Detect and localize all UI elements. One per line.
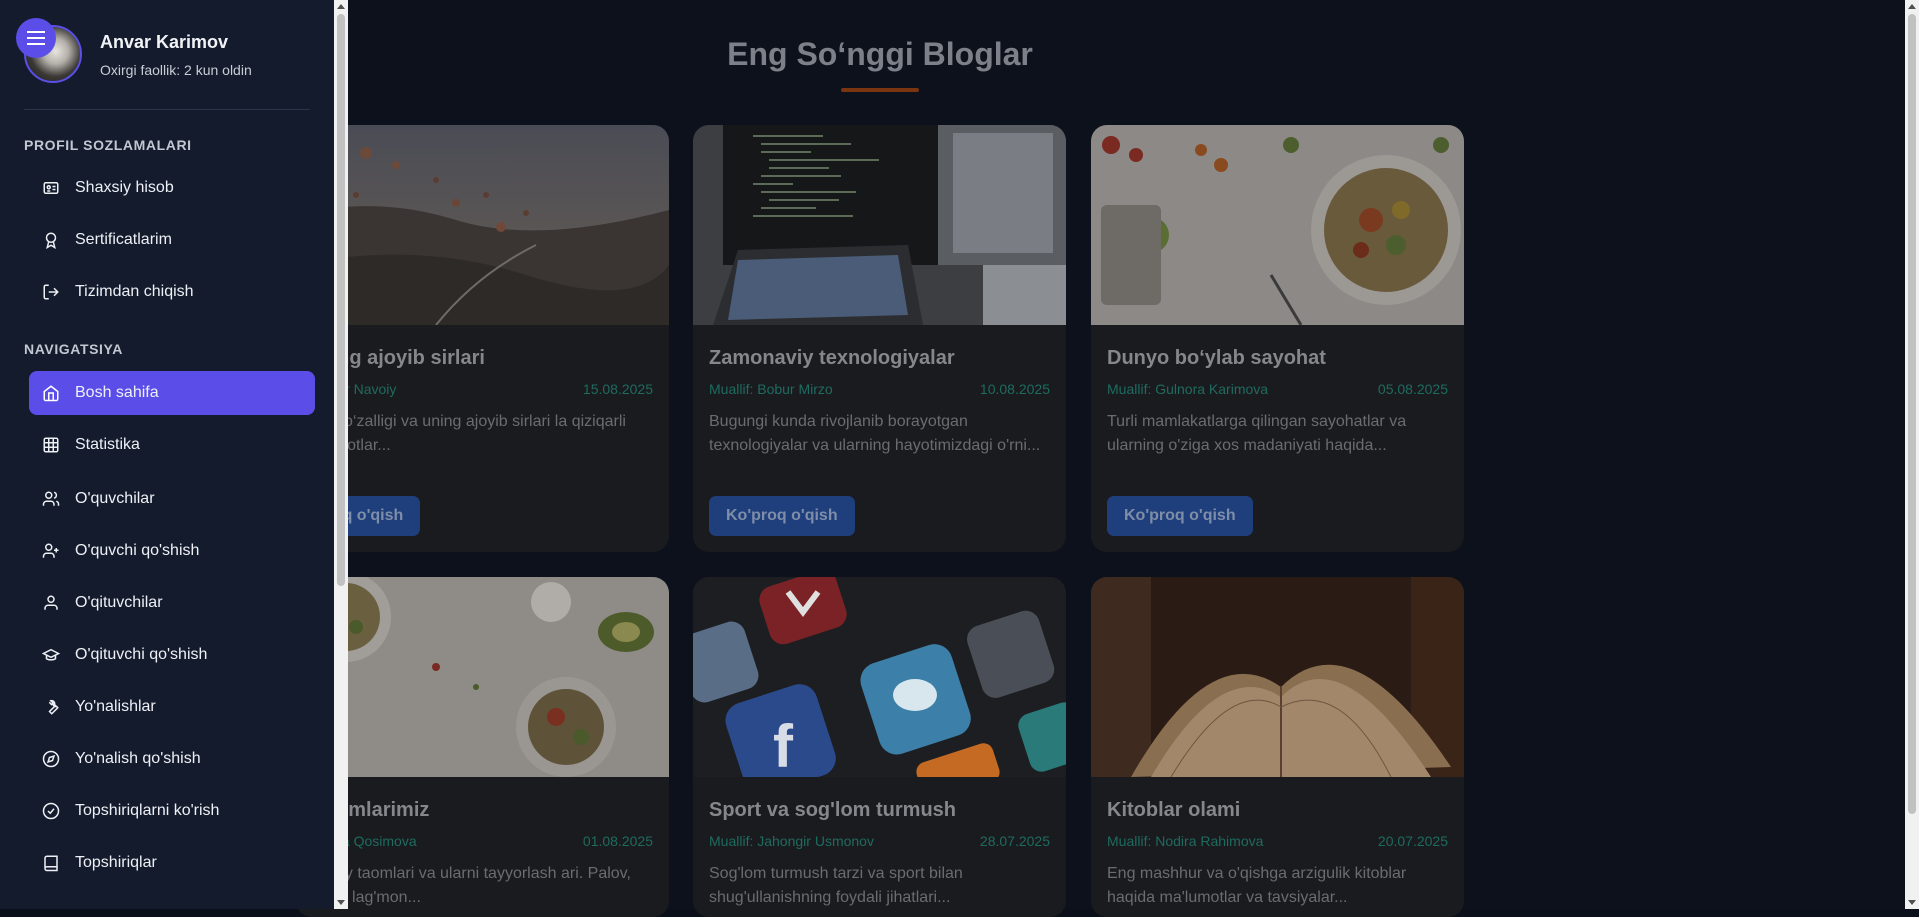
blog-card: f Sport va sog'lom turmush Muallif: Jaho… bbox=[693, 577, 1066, 917]
svg-text:f: f bbox=[773, 713, 794, 777]
sidebar-scrollbar[interactable] bbox=[334, 0, 348, 909]
sidebar-item-directions[interactable]: Yo'nalishlar bbox=[29, 685, 315, 729]
sidebar-item-label: O'quvchi qo'shish bbox=[75, 542, 200, 559]
card-title[interactable]: Zamonaviy texnologiyalar bbox=[709, 347, 955, 370]
card-title[interactable]: Kitoblar olami bbox=[1107, 799, 1240, 822]
users-icon bbox=[41, 489, 61, 509]
sidebar-item-label: Yo'nalish qo'shish bbox=[75, 750, 201, 767]
card-title[interactable]: Dunyo bo‘ylab sayohat bbox=[1107, 347, 1326, 370]
card-date: 01.08.2025 bbox=[582, 833, 653, 849]
sidebar-item-statistics[interactable]: Statistika bbox=[29, 423, 315, 467]
card-date: 28.07.2025 bbox=[979, 833, 1050, 849]
salad-bowl-image bbox=[1091, 125, 1464, 325]
scroll-up-arrow-icon[interactable] bbox=[337, 4, 345, 9]
card-author: Muallif: Gulnora Karimova bbox=[1107, 381, 1269, 397]
card-author: Muallif: Bobur Mirzo bbox=[709, 381, 833, 397]
balloons-landscape-image bbox=[296, 125, 669, 325]
sidebar-item-label: Yo'nalishlar bbox=[75, 698, 156, 715]
divider bbox=[24, 109, 310, 110]
blog-card: iy taomlarimiz f: Ziyoda Qosimova 01.08.… bbox=[296, 577, 669, 917]
sidebar-item-students[interactable]: O'quvchilar bbox=[29, 477, 315, 521]
wrench-icon bbox=[41, 697, 61, 717]
sidebar-item-add-teacher[interactable]: O'qituvchi qo'shish bbox=[29, 633, 315, 677]
user-plus-icon bbox=[41, 541, 61, 561]
sidebar-item-label: Sertificatlarim bbox=[75, 231, 172, 248]
blog-card: Zamonaviy texnologiyalar Muallif: Bobur … bbox=[693, 125, 1066, 552]
sidebar-item-label: Tizimdan chiqish bbox=[75, 283, 194, 300]
sidebar-item-add-direction[interactable]: Yo'nalish qo'shish bbox=[29, 737, 315, 781]
card-description: Bugungi kunda rivojlanib borayotgan texn… bbox=[709, 413, 1041, 454]
sidebar-item-label: O'qituvchilar bbox=[75, 594, 163, 611]
sidebar-item-label: Shaxsiy hisob bbox=[75, 179, 174, 196]
scroll-down-arrow-icon[interactable] bbox=[337, 900, 345, 905]
award-icon bbox=[41, 230, 61, 250]
page: Eng So‘nggi Bloglar iatning ajoyib sirla… bbox=[0, 0, 1919, 917]
page-scrollbar[interactable] bbox=[1905, 0, 1919, 909]
book-icon bbox=[41, 853, 61, 873]
card-description: Sog'lom turmush tarzi va sport bilan shu… bbox=[709, 865, 963, 906]
sidebar-item-label: Bosh sahifa bbox=[75, 384, 159, 401]
social-media-apps-image: f bbox=[693, 577, 1066, 777]
card-description: ek milliy taomlari va ularni tayyorlash … bbox=[296, 865, 631, 906]
menu-toggle-button[interactable] bbox=[16, 18, 56, 58]
navigation-section-title: NAVIGATSIYA bbox=[24, 341, 123, 357]
card-date: 10.08.2025 bbox=[979, 381, 1050, 397]
card-date: 20.07.2025 bbox=[1377, 833, 1448, 849]
home-icon bbox=[41, 383, 61, 403]
card-title[interactable]: Sport va sog'lom turmush bbox=[709, 799, 956, 822]
graduation-cap-icon bbox=[41, 645, 61, 665]
open-book-image bbox=[1091, 577, 1464, 777]
card-date: 15.08.2025 bbox=[582, 381, 653, 397]
check-circle-icon bbox=[41, 801, 61, 821]
sidebar-item-view-tasks[interactable]: Topshiriqlarni ko'rish bbox=[29, 789, 315, 833]
scroll-up-arrow-icon[interactable] bbox=[1908, 4, 1916, 9]
card-description: Eng mashhur va o'qishga arzigulik kitobl… bbox=[1107, 865, 1407, 906]
user-icon bbox=[41, 593, 61, 613]
sidebar-item-tasks[interactable]: Topshiriqlar bbox=[29, 841, 315, 885]
sidebar-item-logout[interactable]: Tizimdan chiqish bbox=[29, 270, 315, 314]
compass-icon bbox=[41, 749, 61, 769]
id-card-icon bbox=[41, 178, 61, 198]
logout-icon bbox=[41, 282, 61, 302]
scrollbar-thumb[interactable] bbox=[337, 14, 345, 586]
sidebar-item-personal-account[interactable]: Shaxsiy hisob bbox=[29, 166, 315, 210]
read-more-button[interactable]: Ko'proq o'qish bbox=[709, 496, 855, 536]
card-author: Muallif: Jahongir Usmonov bbox=[709, 833, 874, 849]
sidebar-item-label: O'quvchilar bbox=[75, 490, 155, 507]
blog-card: Kitoblar olami Muallif: Nodira Rahimova … bbox=[1091, 577, 1464, 917]
sidebar-item-home[interactable]: Bosh sahifa bbox=[29, 371, 315, 415]
sidebar-item-add-student[interactable]: O'quvchi qo'shish bbox=[29, 529, 315, 573]
sidebar-item-label: Topshiriqlarni ko'rish bbox=[75, 802, 220, 819]
hamburger-icon bbox=[27, 31, 45, 45]
blog-card: iatning ajoyib sirlari f: Alisher Navoiy… bbox=[296, 125, 669, 552]
grid-table-icon bbox=[41, 435, 61, 455]
sidebar: Anvar Karimov Oxirgi faollik: 2 kun oldi… bbox=[0, 0, 334, 909]
read-more-button[interactable]: Ko'proq o'qish bbox=[1107, 496, 1253, 536]
scroll-down-arrow-icon[interactable] bbox=[1908, 900, 1916, 905]
sidebar-item-teachers[interactable]: O'qituvchilar bbox=[29, 581, 315, 625]
profile-section-title: PROFIL SOZLAMALARI bbox=[24, 137, 192, 153]
card-date: 05.08.2025 bbox=[1377, 381, 1448, 397]
scrollbar-thumb[interactable] bbox=[1908, 14, 1916, 814]
card-author: Muallif: Nodira Rahimova bbox=[1107, 833, 1264, 849]
card-description: Turli mamlakatlarga qilingan sayohatlar … bbox=[1107, 413, 1407, 454]
card-description: tning go‘zalligi va uning ajoyib sirlari… bbox=[296, 413, 626, 454]
national-food-image bbox=[296, 577, 669, 777]
user-name: Anvar Karimov bbox=[100, 32, 229, 52]
blog-card: Dunyo bo‘ylab sayohat Muallif: Gulnora K… bbox=[1091, 125, 1464, 552]
sidebar-item-label: Topshiriqlar bbox=[75, 854, 157, 871]
sidebar-item-label: Statistika bbox=[75, 436, 140, 453]
user-last-active: Oxirgi faollik: 2 kun oldin bbox=[100, 62, 252, 78]
sidebar-item-label: O'qituvchi qo'shish bbox=[75, 646, 208, 663]
title-underline bbox=[841, 88, 919, 92]
sidebar-item-certificates[interactable]: Sertificatlarim bbox=[29, 218, 315, 262]
laptop-code-image bbox=[693, 125, 1066, 325]
